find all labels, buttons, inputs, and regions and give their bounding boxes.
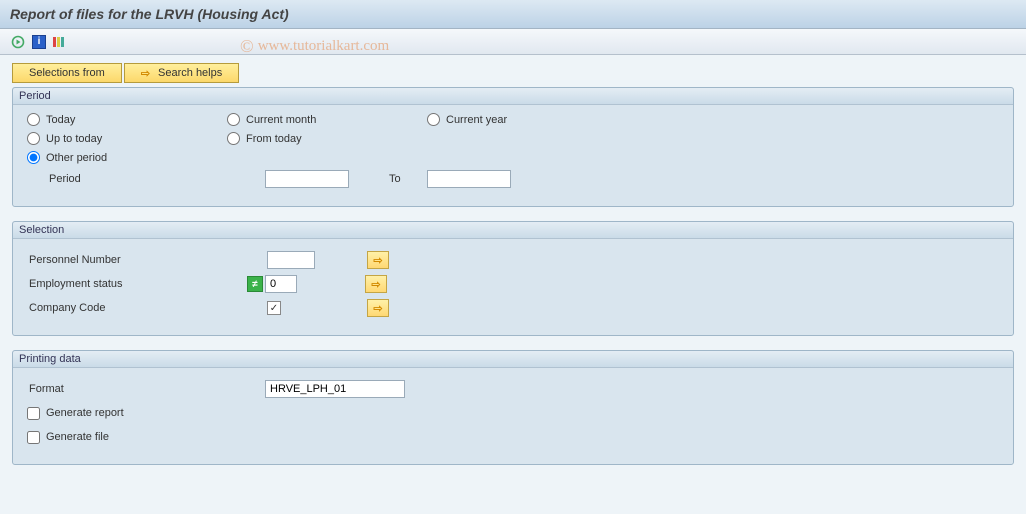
format-label: Format	[27, 383, 247, 395]
execute-icon[interactable]	[10, 34, 26, 50]
period-to-input[interactable]	[427, 170, 511, 188]
content-area: Selections from ⇨ Search helps Period To…	[0, 55, 1026, 514]
search-helps-label: Search helps	[158, 67, 222, 79]
personnel-number-input[interactable]	[267, 251, 315, 269]
radio-today[interactable]: Today	[27, 113, 227, 126]
company-code-multi-button[interactable]: ⇨	[367, 299, 389, 317]
radio-current-month[interactable]: Current month	[227, 113, 427, 126]
radio-from-today[interactable]: From today	[227, 132, 427, 145]
app-toolbar: i	[0, 29, 1026, 55]
employment-status-label: Employment status	[27, 278, 247, 290]
group-selection-title: Selection	[13, 222, 1013, 239]
period-to-label: To	[389, 173, 401, 185]
generate-file-checkbox[interactable]: Generate file	[27, 431, 109, 444]
radio-other-period[interactable]: Other period	[27, 151, 227, 164]
selections-from-label: Selections from	[29, 67, 105, 79]
personnel-number-multi-button[interactable]: ⇨	[367, 251, 389, 269]
radio-current-year[interactable]: Current year	[427, 113, 627, 126]
radio-from-today-input[interactable]	[227, 132, 240, 145]
page-title: Report of files for the LRVH (Housing Ac…	[10, 6, 289, 22]
radio-up-to-today[interactable]: Up to today	[27, 132, 227, 145]
radio-today-input[interactable]	[27, 113, 40, 126]
group-period: Period Today Current month Current year …	[12, 87, 1014, 207]
title-bar: Report of files for the LRVH (Housing Ac…	[0, 0, 1026, 29]
group-selection: Selection Personnel Number ⇨ Employment …	[12, 221, 1014, 336]
radio-current-month-input[interactable]	[227, 113, 240, 126]
group-printing: Printing data Format Generate report Gen…	[12, 350, 1014, 465]
company-code-label: Company Code	[27, 302, 247, 314]
company-code-check-icon: ✓	[267, 301, 281, 315]
employment-status-multi-button[interactable]: ⇨	[365, 275, 387, 293]
not-equal-icon: ≠	[247, 276, 263, 292]
period-from-input[interactable]	[265, 170, 349, 188]
radio-up-to-today-input[interactable]	[27, 132, 40, 145]
generate-report-input[interactable]	[27, 407, 40, 420]
generate-report-checkbox[interactable]: Generate report	[27, 407, 124, 420]
group-period-title: Period	[13, 88, 1013, 105]
arrow-right-icon: ⇨	[141, 67, 150, 80]
selections-from-button[interactable]: Selections from	[12, 63, 122, 83]
radio-current-year-input[interactable]	[427, 113, 440, 126]
search-helps-button[interactable]: ⇨ Search helps	[124, 63, 239, 83]
selection-buttons: Selections from ⇨ Search helps	[12, 63, 1014, 83]
variant-icon[interactable]	[52, 34, 68, 50]
radio-other-period-input[interactable]	[27, 151, 40, 164]
group-printing-title: Printing data	[13, 351, 1013, 368]
format-input[interactable]	[265, 380, 405, 398]
personnel-number-label: Personnel Number	[27, 254, 247, 266]
employment-status-input[interactable]	[265, 275, 297, 293]
generate-file-input[interactable]	[27, 431, 40, 444]
info-icon[interactable]: i	[32, 35, 46, 49]
period-label: Period	[27, 173, 247, 185]
